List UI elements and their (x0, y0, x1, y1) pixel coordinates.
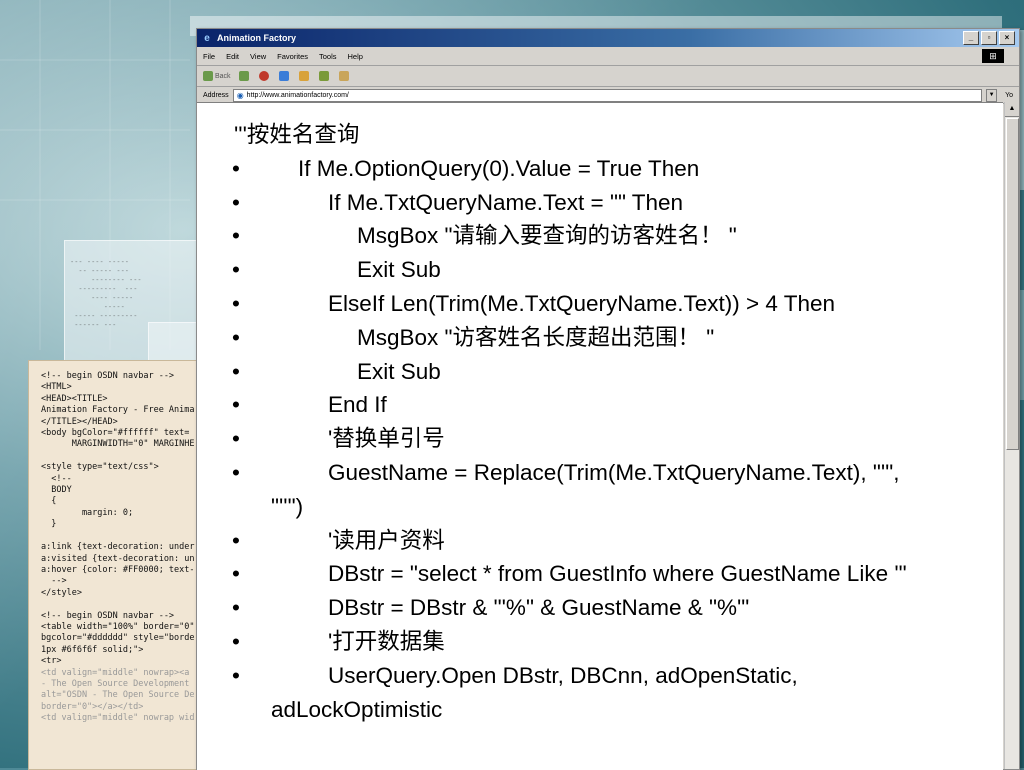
menu-tools[interactable]: Tools (319, 52, 337, 61)
history-button[interactable] (318, 71, 331, 81)
back-label: Back (215, 72, 231, 80)
slide-line: • '读用户资料 (224, 524, 1004, 558)
bullet-marker: • (232, 392, 240, 418)
slide-line-text: MsgBox "访客姓名长度超出范围！ " (357, 324, 715, 350)
slide-line: '''按姓名查询 (224, 118, 1004, 152)
refresh-icon (278, 71, 289, 81)
bullet-marker: • (232, 189, 240, 215)
vertical-scrollbar[interactable]: ▲ (1004, 102, 1019, 769)
slide-line: • If Me.TxtQueryName.Text = "" Then (224, 186, 1004, 220)
bullet-marker: • (232, 561, 240, 587)
slide-code-text: '''按姓名查询 • If Me.OptionQuery(0).Value = Tr… (224, 118, 1004, 726)
bullet-marker: • (232, 459, 240, 485)
back-button[interactable]: Back (203, 71, 231, 81)
bullet-marker: • (232, 290, 240, 316)
windows-logo-icon: ⊞ (982, 49, 1004, 63)
forward-button[interactable] (238, 71, 251, 81)
maximize-button[interactable]: ▫ (981, 31, 997, 45)
bullet-marker: • (232, 628, 240, 654)
slide-line-text: GuestName = Replace(Trim(Me.TxtQueryName… (328, 459, 900, 485)
back-arrow-icon (203, 71, 213, 81)
slide-line-text: ElseIf Len(Trim(Me.TxtQueryName.Text)) >… (328, 290, 836, 316)
slide-line-text: '''按姓名查询 (234, 122, 360, 147)
browser-app-icon: e (204, 32, 210, 44)
ghost-code-snippet: --- ---- ----- -- ----- --- -------- ---… (70, 258, 142, 329)
scroll-up-icon[interactable]: ▲ (1005, 102, 1019, 117)
slide-line-text: '读用户资料 (328, 527, 445, 553)
url-field[interactable]: ◉ http://www.animationfactory.com/ (232, 88, 983, 102)
scroll-thumb[interactable] (1006, 118, 1019, 450)
slide-line-text: If Me.TxtQueryName.Text = "" Then (328, 189, 684, 215)
menu-bar: File Edit View Favorites Tools Help ⊞ (197, 47, 1019, 66)
stop-button[interactable] (258, 71, 271, 81)
slide-line: adLockOptimistic (224, 693, 1004, 727)
bullet-marker: • (232, 595, 240, 621)
bullet-marker: • (232, 527, 240, 553)
home-button[interactable] (298, 71, 311, 81)
slide-line: • DBstr = "select * from GuestInfo where … (224, 557, 1004, 591)
slide-line-text: MsgBox "请输入要查询的访客姓名！ " (357, 223, 737, 249)
home-icon (298, 71, 309, 81)
menu-file[interactable]: File (203, 52, 215, 61)
browser-toolbar: Back (197, 66, 1019, 87)
mail-button[interactable] (338, 71, 351, 81)
slide-line: "''") (224, 490, 1004, 524)
address-label: Address (203, 91, 229, 99)
refresh-button[interactable] (278, 71, 291, 81)
bullet-marker: • (232, 223, 240, 249)
slide-line-text: '打开数据集 (328, 628, 445, 654)
bullet-marker: • (232, 324, 240, 350)
address-dropdown-button[interactable]: ▼ (986, 88, 998, 102)
slide-line: • Exit Sub (224, 253, 1004, 287)
slide-line: • End If (224, 388, 1004, 422)
slide-line: • UserQuery.Open DBstr, DBCnn, adOpenStat… (224, 659, 1004, 693)
forward-arrow-icon (238, 71, 249, 81)
slide-line-text: End If (328, 392, 387, 418)
slide-line-text: Exit Sub (357, 257, 441, 283)
bullet-marker: • (232, 155, 240, 181)
slide-line: • MsgBox "访客姓名长度超出范围！ " (224, 321, 1004, 355)
slide-line: • ElseIf Len(Trim(Me.TxtQueryName.Text)) … (224, 287, 1004, 321)
slide-line-text: "''") (271, 493, 304, 519)
mail-icon (338, 71, 349, 81)
bullet-marker: • (232, 662, 240, 688)
menu-view[interactable]: View (250, 52, 266, 61)
slide-line: • GuestName = Replace(Trim(Me.TxtQueryNam… (224, 456, 1004, 490)
slide-line-text: DBstr = "select * from GuestInfo where G… (328, 561, 907, 587)
window-title: Animation Factory (217, 33, 297, 43)
menu-help[interactable]: Help (348, 52, 363, 61)
slide-line: • If Me.OptionQuery(0).Value = True Then (224, 152, 1004, 186)
slide-line-text: Exit Sub (357, 358, 441, 384)
menu-favorites[interactable]: Favorites (277, 52, 308, 61)
close-button[interactable]: × (999, 31, 1015, 45)
slide-line: • Exit Sub (224, 355, 1004, 389)
stop-icon (258, 71, 269, 81)
go-button[interactable]: Yo (1005, 92, 1013, 99)
minimize-button[interactable]: _ (963, 31, 979, 45)
slide-line: • '替换单引号 (224, 422, 1004, 456)
history-icon (318, 71, 329, 81)
slide-line: • '打开数据集 (224, 625, 1004, 659)
bullet-marker: • (232, 257, 240, 283)
url-text: http://www.animationfactory.com/ (246, 91, 349, 99)
slide-line-text: adLockOptimistic (271, 696, 443, 722)
menu-edit[interactable]: Edit (226, 52, 239, 61)
bullet-marker: • (232, 358, 240, 384)
slide-line: • DBstr = DBstr & "'%" & GuestName & "%'" (224, 591, 1004, 625)
page-icon: ◉ (236, 90, 244, 100)
slide-line-text: '替换单引号 (328, 426, 445, 452)
slide-line-text: UserQuery.Open DBstr, DBCnn, adOpenStati… (328, 662, 798, 688)
browser-titlebar: e Animation Factory _ ▫ × (197, 29, 1019, 47)
bullet-marker: • (232, 426, 240, 452)
slide-line-text: If Me.OptionQuery(0).Value = True Then (298, 155, 700, 181)
slide-line-text: DBstr = DBstr & "'%" & GuestName & "%'" (328, 595, 750, 621)
slide-line: • MsgBox "请输入要查询的访客姓名！ " (224, 219, 1004, 253)
